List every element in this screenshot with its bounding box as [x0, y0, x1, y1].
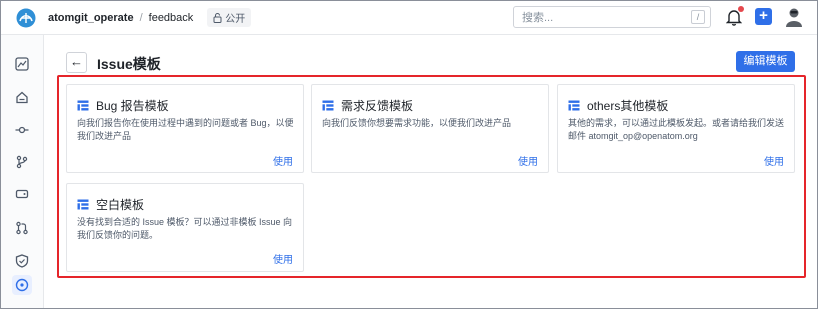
card-description: 其他的需求，可以通过此模板发起。或者请给我们发送邮件 atomgit_op@op… [568, 118, 785, 141]
use-template-link[interactable]: 使用 [273, 153, 293, 168]
breadcrumb-project[interactable]: feedback [149, 12, 194, 24]
sidebar-item-tags[interactable] [12, 184, 32, 204]
arrow-left-icon: ← [70, 54, 83, 69]
back-button[interactable]: ← [66, 52, 87, 73]
use-template-link[interactable]: 使用 [764, 153, 784, 168]
template-icon [77, 199, 89, 210]
sidebar-item-commits[interactable] [12, 120, 32, 140]
use-template-link[interactable]: 使用 [273, 251, 293, 266]
card-description: 向我们报告你在使用过程中遇到的问题或者 Bug，以便我们改进产品 [77, 118, 294, 141]
use-template-link[interactable]: 使用 [518, 153, 538, 168]
sidebar-item-issues[interactable] [12, 275, 32, 295]
sidebar-item-overview[interactable] [12, 54, 32, 74]
edit-template-button[interactable]: 编辑模板 [736, 51, 795, 72]
page-title: Issue模板 [97, 56, 161, 72]
template-card-blank[interactable]: 空白模板 没有找到合适的 Issue 模板？可以通过非模板 Issue 向我们反… [66, 183, 304, 272]
tag-icon [15, 189, 29, 199]
shield-icon [15, 254, 29, 268]
visibility-label: 公开 [225, 14, 246, 25]
avatar-icon[interactable] [784, 6, 804, 28]
card-title: 需求反馈模板 [341, 99, 414, 113]
branch-icon [16, 155, 28, 169]
template-card-others[interactable]: others其他模板 其他的需求，可以通过此模板发起。或者请给我们发送邮件 at… [557, 84, 795, 173]
card-description: 没有找到合适的 Issue 模板？可以通过非模板 Issue 向我们反馈你的问题… [77, 217, 293, 240]
card-header: 需求反馈模板 [322, 97, 413, 114]
template-icon [568, 100, 580, 111]
dashboard-icon [15, 57, 29, 71]
search-placeholder: 搜索... [522, 12, 554, 24]
template-card-bug[interactable]: Bug 报告模板 向我们报告你在使用过程中遇到的问题或者 Bug，以便我们改进产… [66, 84, 304, 173]
sidebar-item-branches[interactable] [12, 152, 32, 172]
card-title: Bug 报告模板 [96, 99, 169, 113]
template-icon [322, 100, 334, 111]
pull-request-icon [16, 221, 28, 235]
commit-icon [15, 126, 29, 134]
visibility-badge: 公开 [207, 8, 252, 27]
card-header: others其他模板 [568, 97, 668, 114]
search-shortcut-key: / [691, 10, 705, 24]
plus-icon[interactable]: + [755, 8, 772, 25]
issue-icon [15, 278, 29, 292]
template-icon [77, 100, 89, 111]
atomgit-logo-icon[interactable] [16, 8, 36, 28]
card-description: 向我们反馈你想要需求功能，以便我们改进产品 [322, 118, 512, 128]
breadcrumb-separator: / [139, 11, 143, 24]
card-title: 空白模板 [96, 198, 145, 212]
card-title: others其他模板 [587, 99, 669, 113]
search-input[interactable]: 搜索... / [513, 6, 711, 28]
notification-dot [738, 6, 744, 12]
lock-open-icon [213, 12, 222, 23]
sidebar-item-home[interactable] [12, 87, 32, 107]
sidebar-item-security[interactable] [12, 251, 32, 271]
card-header: Bug 报告模板 [77, 97, 169, 114]
sidebar-item-pull-requests[interactable] [12, 218, 32, 238]
home-icon [16, 91, 28, 104]
template-card-feature[interactable]: 需求反馈模板 向我们反馈你想要需求功能，以便我们改进产品 使用 [311, 84, 549, 173]
breadcrumb-repo[interactable]: atomgit_operate [48, 12, 134, 24]
sidebar [1, 35, 44, 308]
card-header: 空白模板 [77, 196, 144, 213]
